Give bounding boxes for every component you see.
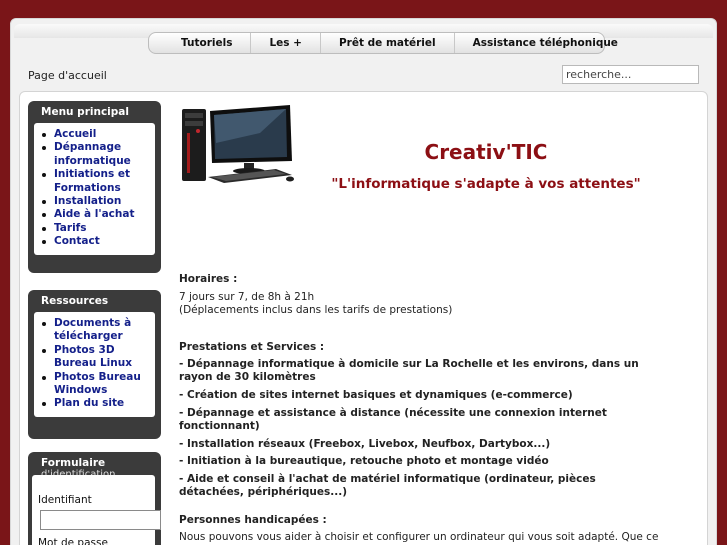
site-slogan: "L'informatique s'adapte à vos attentes" — [331, 176, 641, 192]
menu-item: Dépannage informatique — [38, 141, 151, 168]
ressources-title: Ressources — [41, 295, 109, 307]
ressources-link-photos-windows[interactable]: Photos Bureau Windows — [54, 371, 141, 396]
menu-item: Plan du site — [38, 397, 151, 410]
menu-item: Installation — [38, 195, 151, 208]
identifiant-input[interactable] — [40, 510, 161, 530]
ressources-link-documents[interactable]: Documents à télécharger — [54, 317, 131, 342]
prestation-item: - Dépannage et assistance à distance (né… — [179, 406, 607, 432]
breadcrumb: Page d'accueil — [28, 69, 107, 82]
nav-item-tutoriels[interactable]: Tutoriels — [149, 33, 252, 53]
prestation-item: - Création de sites internet basiques et… — [179, 389, 573, 401]
menu-link-accueil[interactable]: Accueil — [54, 128, 96, 140]
nav-item-assistance[interactable]: Assistance téléphonique — [455, 33, 636, 53]
prestations-list: - Dépannage informatique à domicile sur … — [179, 358, 654, 504]
ressources-module: Ressources Documents à télécharger Photo… — [28, 290, 161, 439]
menu-item: Aide à l'achat — [38, 208, 151, 221]
search-input[interactable] — [562, 65, 699, 84]
menu-link-initiations[interactable]: Initiations et Formations — [54, 168, 130, 193]
prestation-item: - Installation réseaux (Freebox, Livebox… — [179, 437, 551, 450]
menu-link-depannage[interactable]: Dépannage informatique — [54, 141, 131, 166]
ressources-link-photos-linux[interactable]: Photos 3D Bureau Linux — [54, 344, 132, 369]
menu-item: Photos Bureau Windows — [38, 371, 151, 398]
menu-principal-module: Menu principal Accueil Dépannage informa… — [28, 101, 161, 273]
menu-principal-title: Menu principal — [41, 106, 129, 118]
menu-item: Contact — [38, 235, 151, 248]
computer-image — [180, 103, 297, 184]
horaires-line: (Déplacements inclus dans les tarifs de … — [179, 304, 453, 316]
handicap-heading: Personnes handicapées : — [179, 514, 327, 526]
ressources-body: Documents à télécharger Photos 3D Bureau… — [34, 312, 155, 417]
identifiant-label: Identifiant — [38, 494, 92, 506]
nav-item-les-plus[interactable]: Les + — [251, 33, 321, 53]
handicap-text: Nous pouvons vous aider à choisir et con… — [179, 531, 659, 545]
menu-item: Tarifs — [38, 222, 151, 235]
ressources-link-plan-du-site[interactable]: Plan du site — [54, 397, 124, 409]
menu-principal-body: Accueil Dépannage informatique Initiatio… — [34, 123, 155, 255]
menu-item: Accueil — [38, 128, 151, 141]
top-navigation: Tutoriels Les + Prêt de matériel Assista… — [148, 32, 618, 54]
prestation-item: - Initiation à la bureautique, retouche … — [179, 455, 549, 468]
horaires-heading: Horaires : — [179, 273, 238, 285]
nav-item-pret-materiel[interactable]: Prêt de matériel — [321, 33, 455, 53]
menu-link-aide-achat[interactable]: Aide à l'achat — [54, 208, 134, 220]
prestation-item: - Aide et conseil à l'achat de matériel … — [179, 472, 596, 499]
password-label: Mot de passe — [38, 537, 108, 545]
menu-item: Initiations et Formations — [38, 168, 151, 195]
menu-item: Photos 3D Bureau Linux — [38, 344, 151, 371]
menu-link-contact[interactable]: Contact — [54, 235, 100, 247]
prestation-item: - Dépannage informatique à domicile sur … — [179, 358, 639, 384]
menu-link-tarifs[interactable]: Tarifs — [54, 222, 87, 234]
prestations-heading: Prestations et Services : — [179, 341, 325, 353]
horaires-line: 7 jours sur 7, de 8h à 21h — [179, 291, 315, 303]
menu-link-installation[interactable]: Installation — [54, 195, 121, 207]
site-title: Creativ'TIC — [424, 140, 548, 164]
menu-item: Documents à télécharger — [38, 317, 151, 344]
